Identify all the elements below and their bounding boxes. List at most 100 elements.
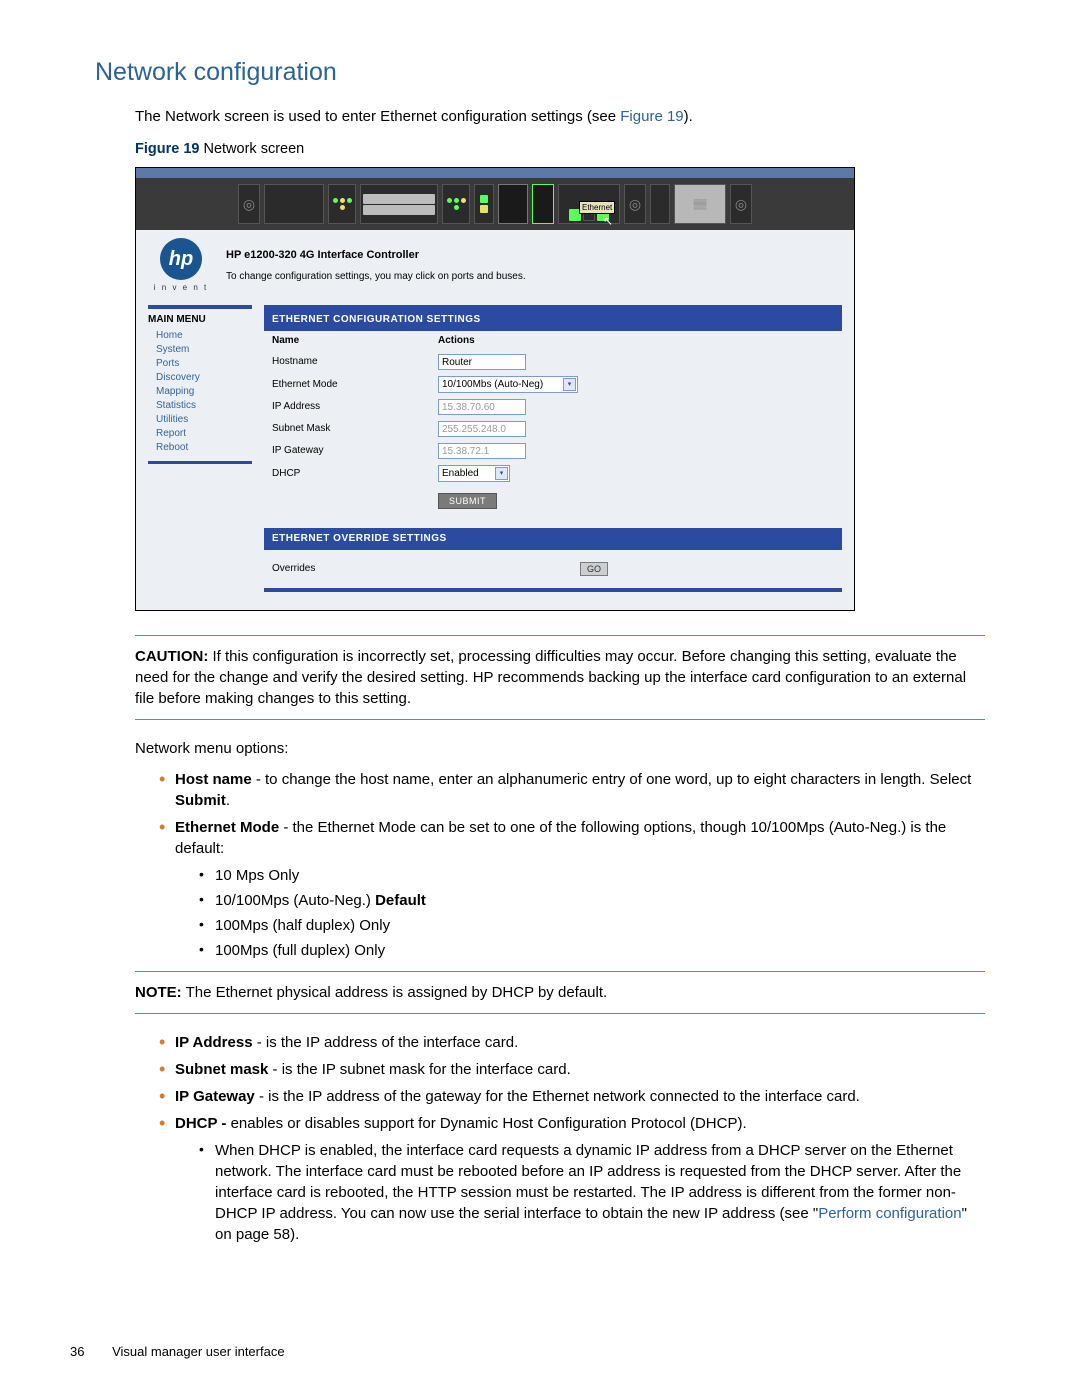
li-hostname-bold: Submit (175, 792, 226, 809)
divider (135, 971, 985, 972)
perform-config-link[interactable]: Perform configuration (818, 1205, 961, 1222)
li-dhcp: DHCP - enables or disables support for D… (159, 1113, 985, 1245)
sub-default-label: Default (375, 892, 426, 909)
network-screenshot: ◎ Ethernet ↖ ◎ ▒▒ ◎ hp i n v e n t (135, 167, 855, 611)
li-hostname: Host name - to change the host name, ent… (159, 769, 985, 811)
label-ip-gateway: IP Gateway (272, 444, 438, 458)
label-ethernet-mode: Ethernet Mode (272, 378, 438, 392)
sel-text: Enabled (442, 467, 479, 481)
section-bottom-stripe (264, 588, 842, 592)
mgmt-port[interactable] (532, 184, 554, 224)
intro-paragraph: The Network screen is used to enter Ethe… (135, 106, 985, 127)
input-hostname[interactable] (438, 354, 526, 370)
row-subnet-mask: Subnet Mask (264, 418, 842, 440)
row-hostname: Hostname (264, 351, 842, 373)
dhcp-nested-item: When DHCP is enabled, the interface card… (199, 1140, 985, 1245)
caution-label: CAUTION: (135, 648, 208, 665)
input-ip-gateway[interactable] (438, 443, 526, 459)
li-hostname-after: . (226, 792, 230, 809)
row-dhcp: DHCP Enabled ▾ (264, 462, 842, 485)
select-dhcp[interactable]: Enabled ▾ (438, 465, 510, 482)
main-menu: MAIN MENU Home System Ports Discovery Ma… (148, 305, 252, 591)
menu-item-statistics[interactable]: Statistics (148, 399, 252, 413)
fc-port-group[interactable] (360, 184, 438, 224)
intro-text: The Network screen is used to enter Ethe… (135, 108, 620, 125)
row-ip-gateway: IP Gateway (264, 440, 842, 462)
instruction-text: To change configuration settings, you ma… (226, 270, 842, 284)
li-ip-text: - is the IP address of the interface car… (253, 1034, 519, 1051)
screw-icon: ◎ (624, 184, 646, 224)
li-ethmode-lead: Ethernet Mode (175, 819, 279, 836)
eth-override-header: ETHERNET OVERRIDE SETTINGS (264, 528, 842, 550)
divider (135, 719, 985, 720)
label-overrides: Overrides (272, 562, 580, 576)
li-subnet-text: - is the IP subnet mask for the interfac… (268, 1061, 570, 1078)
sub-10mps: 10 Mps Only (199, 865, 985, 886)
ethernet-port[interactable]: Ethernet ↖ (558, 184, 620, 224)
li-dhcp-text: enables or disables support for Dynamic … (231, 1115, 747, 1132)
label-ip-address: IP Address (272, 400, 438, 414)
row-ip-address: IP Address (264, 396, 842, 418)
serial-port[interactable] (498, 184, 528, 224)
col-actions: Actions (438, 334, 604, 348)
device-gap (650, 184, 670, 224)
menu-bottom-bar (148, 461, 252, 464)
cursor-icon: ↖ (603, 213, 613, 230)
menu-item-system[interactable]: System (148, 343, 252, 357)
note-text: The Ethernet physical address is assigne… (182, 984, 608, 1001)
menu-item-reboot[interactable]: Reboot (148, 441, 252, 455)
chevron-down-icon: ▾ (563, 378, 576, 391)
front-leds (328, 184, 356, 224)
sub-auto-neg-text: 10/100Mps (Auto-Neg.) (215, 892, 375, 909)
figure-label: Figure 19 (135, 141, 199, 157)
col-name: Name (272, 334, 438, 348)
screw-icon: ◎ (238, 184, 260, 224)
main-menu-title: MAIN MENU (148, 313, 252, 327)
sub-100-full: 100Mps (full duplex) Only (199, 940, 985, 961)
note-block: NOTE: The Ethernet physical address is a… (135, 982, 985, 1003)
li-ip-address: IP Address - is the IP address of the in… (159, 1032, 985, 1053)
li-subnet-lead: Subnet mask (175, 1061, 268, 1078)
divider (135, 635, 985, 636)
figure-ref-link[interactable]: Figure 19 (620, 108, 683, 125)
li-ip-lead: IP Address (175, 1034, 253, 1051)
menu-item-report[interactable]: Report (148, 427, 252, 441)
li-gateway-text: - is the IP address of the gateway for t… (255, 1088, 860, 1105)
note-label: NOTE: (135, 984, 182, 1001)
submit-button[interactable]: SUBMIT (438, 493, 497, 509)
ethernet-mode-sublist: 10 Mps Only 10/100Mps (Auto-Neg.) Defaul… (175, 865, 985, 961)
caution-text: If this configuration is incorrectly set… (135, 648, 966, 707)
label-subnet-mask: Subnet Mask (272, 422, 438, 436)
ss-topbar (136, 168, 854, 178)
fan-panel: ▒▒ (674, 184, 726, 224)
li-dhcp-lead: DHCP - (175, 1115, 231, 1132)
sel-text: 10/100Mbs (Auto-Neg) (442, 378, 543, 392)
figure-caption: Figure 19 Network screen (135, 139, 985, 159)
chevron-down-icon: ▾ (495, 467, 508, 480)
menu-options-intro: Network menu options: (135, 738, 985, 759)
menu-item-mapping[interactable]: Mapping (148, 385, 252, 399)
divider (135, 1013, 985, 1014)
hp-roundel-icon: hp (160, 238, 202, 280)
device-graphic: ◎ Ethernet ↖ ◎ ▒▒ ◎ (136, 178, 854, 230)
options-list-1: Host name - to change the host name, ent… (135, 769, 985, 961)
status-leds (474, 184, 494, 224)
content-column: ETHERNET CONFIGURATION SETTINGS Name Act… (264, 305, 842, 591)
go-button[interactable]: GO (580, 562, 608, 576)
select-ethernet-mode[interactable]: 10/100Mbs (Auto-Neg) ▾ (438, 376, 578, 393)
li-ip-gateway: IP Gateway - is the IP address of the ga… (159, 1086, 985, 1107)
figure-text: Network screen (199, 141, 304, 157)
menu-item-utilities[interactable]: Utilities (148, 413, 252, 427)
input-subnet-mask[interactable] (438, 421, 526, 437)
hp-invent-text: i n v e n t (148, 282, 214, 293)
caution-note: CAUTION: If this configuration is incorr… (135, 646, 985, 709)
menu-item-home[interactable]: Home (148, 329, 252, 343)
menu-item-discovery[interactable]: Discovery (148, 371, 252, 385)
input-ip-address[interactable] (438, 399, 526, 415)
dhcp-nested: When DHCP is enabled, the interface card… (175, 1140, 985, 1245)
menu-top-bar (148, 305, 252, 309)
menu-item-ports[interactable]: Ports (148, 357, 252, 371)
hp-logo: hp i n v e n t (148, 238, 214, 293)
section-heading: Network configuration (95, 55, 985, 90)
screw-icon: ◎ (730, 184, 752, 224)
